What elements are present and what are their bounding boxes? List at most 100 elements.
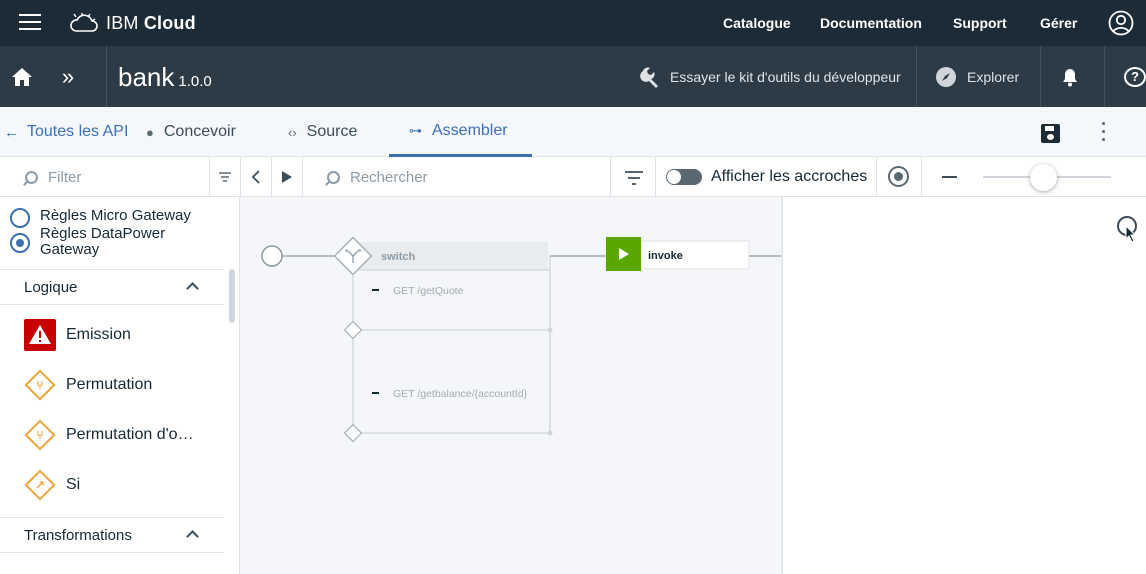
chevron-up-icon[interactable] [186, 282, 199, 295]
developer-toolkit-button[interactable]: Essayer le kit d'outils du développeur [640, 46, 901, 107]
cloud-icon [70, 13, 98, 32]
operation-switch-icon: ⑂ [24, 419, 56, 451]
palette-item-if[interactable]: ↗ Si [24, 469, 80, 501]
case-label[interactable]: GET /getQuote [393, 285, 464, 297]
divider [876, 157, 877, 197]
brand-logo[interactable]: IBM Cloud [68, 10, 196, 36]
section-logic[interactable]: Logique [0, 269, 224, 305]
tab-design-label: Concevoir [163, 123, 236, 140]
case-marker [372, 392, 379, 394]
palette-item-switch[interactable]: ⑂ Permutation [24, 369, 152, 401]
explore-label: Explorer [967, 68, 1020, 85]
show-catches-toggle[interactable]: Afficher les accroches [666, 157, 867, 197]
start-node[interactable] [261, 245, 283, 267]
switch-icon: ⑂ [24, 369, 56, 401]
palette-item-emission[interactable]: Emission [24, 319, 131, 351]
tab-source-label: Source [306, 123, 358, 140]
run-button[interactable] [272, 157, 302, 197]
tab-source[interactable]: ‹› Source [288, 107, 357, 157]
notification-bell-icon[interactable] [1060, 67, 1080, 87]
toggle-switch[interactable] [666, 169, 702, 185]
tab-design[interactable]: ● Concevoir [146, 107, 236, 157]
gateway-option-datapower[interactable]: Règles DataPower Gateway [10, 226, 210, 258]
case-marker [372, 289, 379, 291]
palette-item-operation-switch[interactable]: ⑂ Permutation d'o… [24, 419, 194, 451]
palette-item-label: Si [66, 476, 81, 493]
code-icon: ‹› [288, 124, 297, 140]
palette-scrollbar[interactable] [229, 269, 235, 323]
api-title: bank 1.0.0 [118, 62, 212, 93]
more-options-icon[interactable] [1102, 122, 1108, 146]
search-icon [25, 170, 38, 184]
divider [302, 157, 303, 197]
compass-icon [936, 66, 956, 87]
divider [916, 46, 917, 107]
brand-prefix: IBM [106, 12, 139, 33]
divider [106, 46, 107, 107]
case-node-icon[interactable] [343, 320, 363, 340]
divider [610, 157, 611, 197]
nav-documentation[interactable]: Documentation [820, 0, 922, 46]
assemble-icon: ⊶ [409, 122, 422, 138]
api-name: bank [118, 62, 175, 92]
assembly-canvas[interactable]: switch GET /getQuote GET /getbalance/{ac… [240, 197, 781, 574]
save-icon[interactable] [1041, 124, 1060, 143]
invoke-label: invoke [648, 250, 683, 262]
search-icon [327, 170, 340, 184]
divider [1104, 46, 1105, 107]
warning-icon [24, 319, 56, 351]
assembly-search-input[interactable]: Rechercher [327, 157, 597, 197]
radio-button[interactable] [10, 233, 30, 253]
home-button[interactable] [0, 46, 44, 107]
nav-manage[interactable]: Gérer [1040, 0, 1077, 46]
assembly-search-placeholder: Rechercher [350, 168, 428, 186]
explore-button[interactable]: Explorer [936, 46, 1019, 107]
section-transforms[interactable]: Transformations [0, 517, 224, 553]
divider [1040, 46, 1041, 107]
developer-toolkit-label: Essayer le kit d'outils du développeur [670, 68, 901, 85]
divider [209, 157, 210, 197]
nav-support[interactable]: Support [953, 0, 1007, 46]
assembly-flow: switch GET /getQuote GET /getbalance/{ac… [261, 236, 781, 443]
palette-item-label: Emission [66, 326, 131, 343]
back-to-apis-label: Toutes les API [27, 123, 129, 140]
mouse-pointer-icon [1125, 225, 1137, 243]
api-version: 1.0.0 [178, 73, 212, 90]
zoom-out-icon[interactable] [942, 176, 957, 178]
user-avatar-icon[interactable] [1108, 10, 1134, 36]
radio-button[interactable] [10, 208, 30, 228]
help-icon[interactable]: ? [1124, 67, 1146, 87]
filter-icon[interactable] [218, 170, 232, 184]
switch-label: switch [381, 251, 416, 263]
zoom-slider-handle[interactable] [1029, 164, 1057, 191]
nav-catalogue[interactable]: Catalogue [723, 0, 791, 46]
if-icon: ↗ [24, 469, 56, 501]
tab-assemble-label: Assembler [432, 121, 508, 139]
home-icon [12, 67, 32, 86]
assemble-toolbar: Filter Rechercher Afficher les accroches [0, 157, 1146, 197]
chevron-left-icon [251, 170, 260, 184]
back-to-apis-link[interactable]: ← Toutes les API [4, 107, 128, 157]
tab-bar: ← Toutes les API ● Concevoir ‹› Source ⊶… [0, 107, 1146, 157]
divider [921, 157, 922, 197]
expand-icon[interactable]: » [50, 46, 86, 107]
filter-icon[interactable] [624, 170, 644, 186]
case-node-icon[interactable] [343, 423, 363, 443]
palette-filter-placeholder: Filter [48, 168, 82, 186]
palette-item-label: Permutation [66, 376, 153, 393]
center-target-icon[interactable] [888, 166, 909, 187]
chevron-up-icon[interactable] [186, 530, 199, 543]
palette-filter-input[interactable]: Filter [25, 157, 205, 197]
arrow-left-icon: ← [4, 123, 19, 141]
gateway-option-label: Règles Micro Gateway [40, 207, 191, 224]
case-label[interactable]: GET /getbalance/{accountId} [393, 388, 528, 400]
tab-assemble[interactable]: ⊶ Assembler [389, 107, 532, 157]
palette-icon: ● [146, 124, 154, 140]
gateway-option-label: Règles DataPower Gateway [40, 225, 166, 258]
collapse-palette-button[interactable] [241, 157, 271, 197]
menu-icon[interactable] [19, 14, 41, 32]
section-title: Logique [24, 278, 78, 296]
policy-palette: Règles Micro Gateway Règles DataPower Ga… [0, 197, 240, 574]
top-bar: IBM Cloud Catalogue Documentation Suppor… [0, 0, 1146, 46]
palette-item-label: Permutation d'o… [66, 426, 194, 443]
